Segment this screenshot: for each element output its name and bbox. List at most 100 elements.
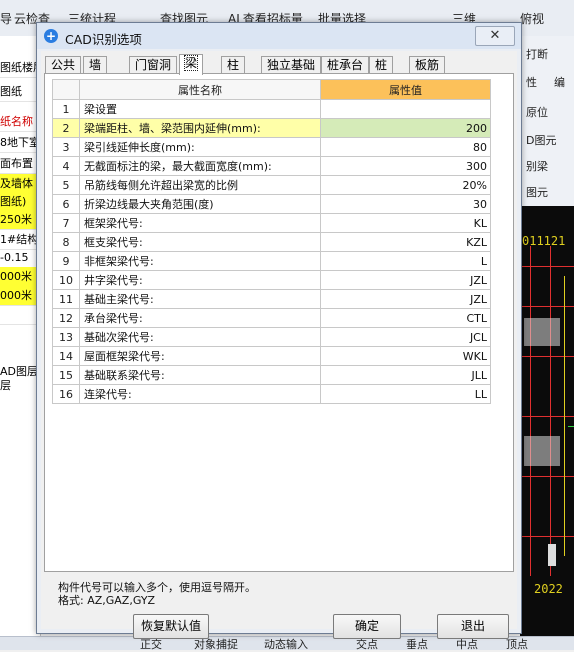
tab-pile-cap[interactable]: 桩承台 xyxy=(321,56,370,74)
property-value-cell[interactable]: LL xyxy=(320,384,491,404)
tab-isolated-footing[interactable]: 独立基础 xyxy=(261,56,322,74)
property-value-cell[interactable]: KZL xyxy=(320,232,491,252)
property-value-cell[interactable]: WKL xyxy=(320,346,491,366)
close-button[interactable]: ✕ xyxy=(475,26,515,46)
left-panel-item[interactable]: 1#结构 xyxy=(0,230,40,250)
property-value-cell[interactable]: 80 xyxy=(320,137,491,157)
left-panel-item[interactable]: 250米 xyxy=(0,210,40,230)
property-value-cell[interactable]: 200 xyxy=(320,118,491,138)
property-value-cell[interactable]: KL xyxy=(320,213,491,233)
table-row[interactable]: 15 基础联系梁代号: JLL xyxy=(52,365,491,385)
tab-beam[interactable]: 梁 xyxy=(179,54,204,75)
table-row[interactable]: 14 屋面框架梁代号: WKL xyxy=(52,346,491,366)
tab-pile[interactable]: 桩 xyxy=(369,56,394,74)
right-panel-item[interactable]: 别梁 xyxy=(526,158,548,174)
property-value-cell[interactable]: 30 xyxy=(320,194,491,214)
property-name-cell: 屋面框架梁代号: xyxy=(79,346,321,366)
row-index: 8 xyxy=(52,232,80,252)
dialog-title: CAD识别选项 xyxy=(65,32,142,47)
header-property-name[interactable]: 属性名称 xyxy=(79,79,321,100)
left-panel-item[interactable]: 层 xyxy=(0,376,40,395)
table-row[interactable]: 3 梁引线延伸长度(mm): 80 xyxy=(52,137,491,157)
property-name-cell: 无截面标注的梁，最大截面宽度(mm): xyxy=(79,156,321,176)
restore-defaults-button[interactable]: 恢复默认值 xyxy=(133,614,209,639)
property-value-cell[interactable] xyxy=(320,99,491,119)
tab-column[interactable]: 柱 xyxy=(221,56,246,74)
table-row[interactable]: 7 框架梁代号: KL xyxy=(52,213,491,233)
cad-line xyxy=(520,476,574,477)
left-panel-item[interactable]: 000米 xyxy=(0,286,40,306)
left-panel-item[interactable]: 图纸楼层 xyxy=(0,58,40,78)
property-value-cell[interactable]: JZL xyxy=(320,270,491,290)
property-value-cell[interactable]: 300 xyxy=(320,156,491,176)
property-value-cell[interactable]: 20% xyxy=(320,175,491,195)
left-panel-item[interactable]: 纸名称 xyxy=(0,112,40,132)
row-index: 12 xyxy=(52,308,80,328)
left-panel-item[interactable]: 8地下室 xyxy=(0,133,40,153)
left-panel-item[interactable] xyxy=(0,305,40,325)
row-index: 11 xyxy=(52,289,80,309)
hint-line-2: 格式: AZ,GAZ,GYZ xyxy=(58,594,156,607)
properties-panel: 属性名称 属性值 1 梁设置 2 梁端距柱、墙、梁范围内延伸(mm): 200 3 梁引线延… xyxy=(44,73,514,572)
property-value-cell[interactable]: CTL xyxy=(320,308,491,328)
status-item[interactable]: 顶点 xyxy=(506,636,528,652)
right-panel-item[interactable]: 打断 xyxy=(526,46,548,62)
row-index: 5 xyxy=(52,175,80,195)
row-index: 13 xyxy=(52,327,80,347)
property-value-cell[interactable]: L xyxy=(320,251,491,271)
cancel-button[interactable]: 退出 xyxy=(437,614,509,639)
property-name-cell: 折梁边线最大夹角范围(度) xyxy=(79,194,321,214)
left-panel-item[interactable]: 000米 xyxy=(0,267,40,287)
table-row[interactable]: 6 折梁边线最大夹角范围(度) 30 xyxy=(52,194,491,214)
status-item[interactable]: 动态输入 xyxy=(264,636,308,652)
cad-line xyxy=(564,276,565,556)
toolbar-item[interactable]: 导 xyxy=(0,10,12,27)
right-panel-item[interactable]: 原位 xyxy=(526,104,548,120)
property-value-cell[interactable]: JCL xyxy=(320,327,491,347)
dialog-client-area: 公共 墙 门窗洞 梁 柱 独立基础 桩承台 桩 板筋 属性名称 属性值 1 梁设置 xyxy=(41,51,517,639)
property-value-cell[interactable]: JZL xyxy=(320,289,491,309)
table-row[interactable]: 4 无截面标注的梁，最大截面宽度(mm): 300 xyxy=(52,156,491,176)
left-panel-item[interactable]: 面布置 xyxy=(0,154,40,174)
toolbar-item[interactable]: 俯视 xyxy=(520,10,544,27)
property-name-cell: 基础次梁代号: xyxy=(79,327,321,347)
status-item[interactable]: 垂点 xyxy=(406,636,428,652)
table-row[interactable]: 8 框支梁代号: KZL xyxy=(52,232,491,252)
tab-door-window[interactable]: 门窗洞 xyxy=(129,56,178,74)
cad-label: 2022 xyxy=(534,582,563,596)
property-name-cell: 梁引线延伸长度(mm): xyxy=(79,137,321,157)
table-row[interactable]: 9 非框架梁代号: L xyxy=(52,251,491,271)
left-panel-item[interactable]: -0.15 xyxy=(0,248,40,268)
right-panel-item[interactable]: D图元 xyxy=(526,132,556,148)
left-panel-item[interactable]: 图纸) xyxy=(0,192,40,212)
ok-button[interactable]: 确定 xyxy=(333,614,401,639)
app-plus-icon: + xyxy=(44,29,58,43)
tab-wall[interactable]: 墙 xyxy=(83,56,108,74)
header-property-value[interactable]: 属性值 xyxy=(320,79,491,100)
table-row[interactable]: 5 吊筋线每侧允许超出梁宽的比例 20% xyxy=(52,175,491,195)
table-row[interactable]: 10 井字梁代号: JZL xyxy=(52,270,491,290)
tab-common[interactable]: 公共 xyxy=(45,56,82,74)
tab-slab-rebar[interactable]: 板筋 xyxy=(409,56,446,74)
left-panel-item[interactable]: 及墙体 xyxy=(0,174,40,194)
table-row[interactable]: 2 梁端距柱、墙、梁范围内延伸(mm): 200 xyxy=(52,118,491,138)
cad-label: 011121 xyxy=(522,234,566,248)
right-panel-item[interactable]: 图元 xyxy=(526,184,548,200)
right-panel-item[interactable]: 性 xyxy=(526,74,537,90)
row-index: 16 xyxy=(52,384,80,404)
right-panel-item[interactable]: 编 xyxy=(554,74,565,90)
cad-drawing-canvas[interactable]: 011121 2022 xyxy=(520,206,574,636)
table-row[interactable]: 11 基础主梁代号: JZL xyxy=(52,289,491,309)
property-name-cell: 井字梁代号: xyxy=(79,270,321,290)
property-value-cell[interactable]: JLL xyxy=(320,365,491,385)
background-right-panel: 打断 性 编 原位 D图元 别梁 图元 xyxy=(520,36,574,206)
table-row[interactable]: 1 梁设置 xyxy=(52,99,491,119)
table-row[interactable]: 12 承台梁代号: CTL xyxy=(52,308,491,328)
table-row[interactable]: 16 连梁代号: LL xyxy=(52,384,491,404)
header-index xyxy=(52,79,80,100)
table-row[interactable]: 13 基础次梁代号: JCL xyxy=(52,327,491,347)
cad-line xyxy=(520,416,574,417)
left-panel-item[interactable]: 图纸 xyxy=(0,82,40,102)
dialog-title-bar[interactable]: + CAD识别选项 ✕ xyxy=(37,23,521,49)
property-name-cell: 承台梁代号: xyxy=(79,308,321,328)
